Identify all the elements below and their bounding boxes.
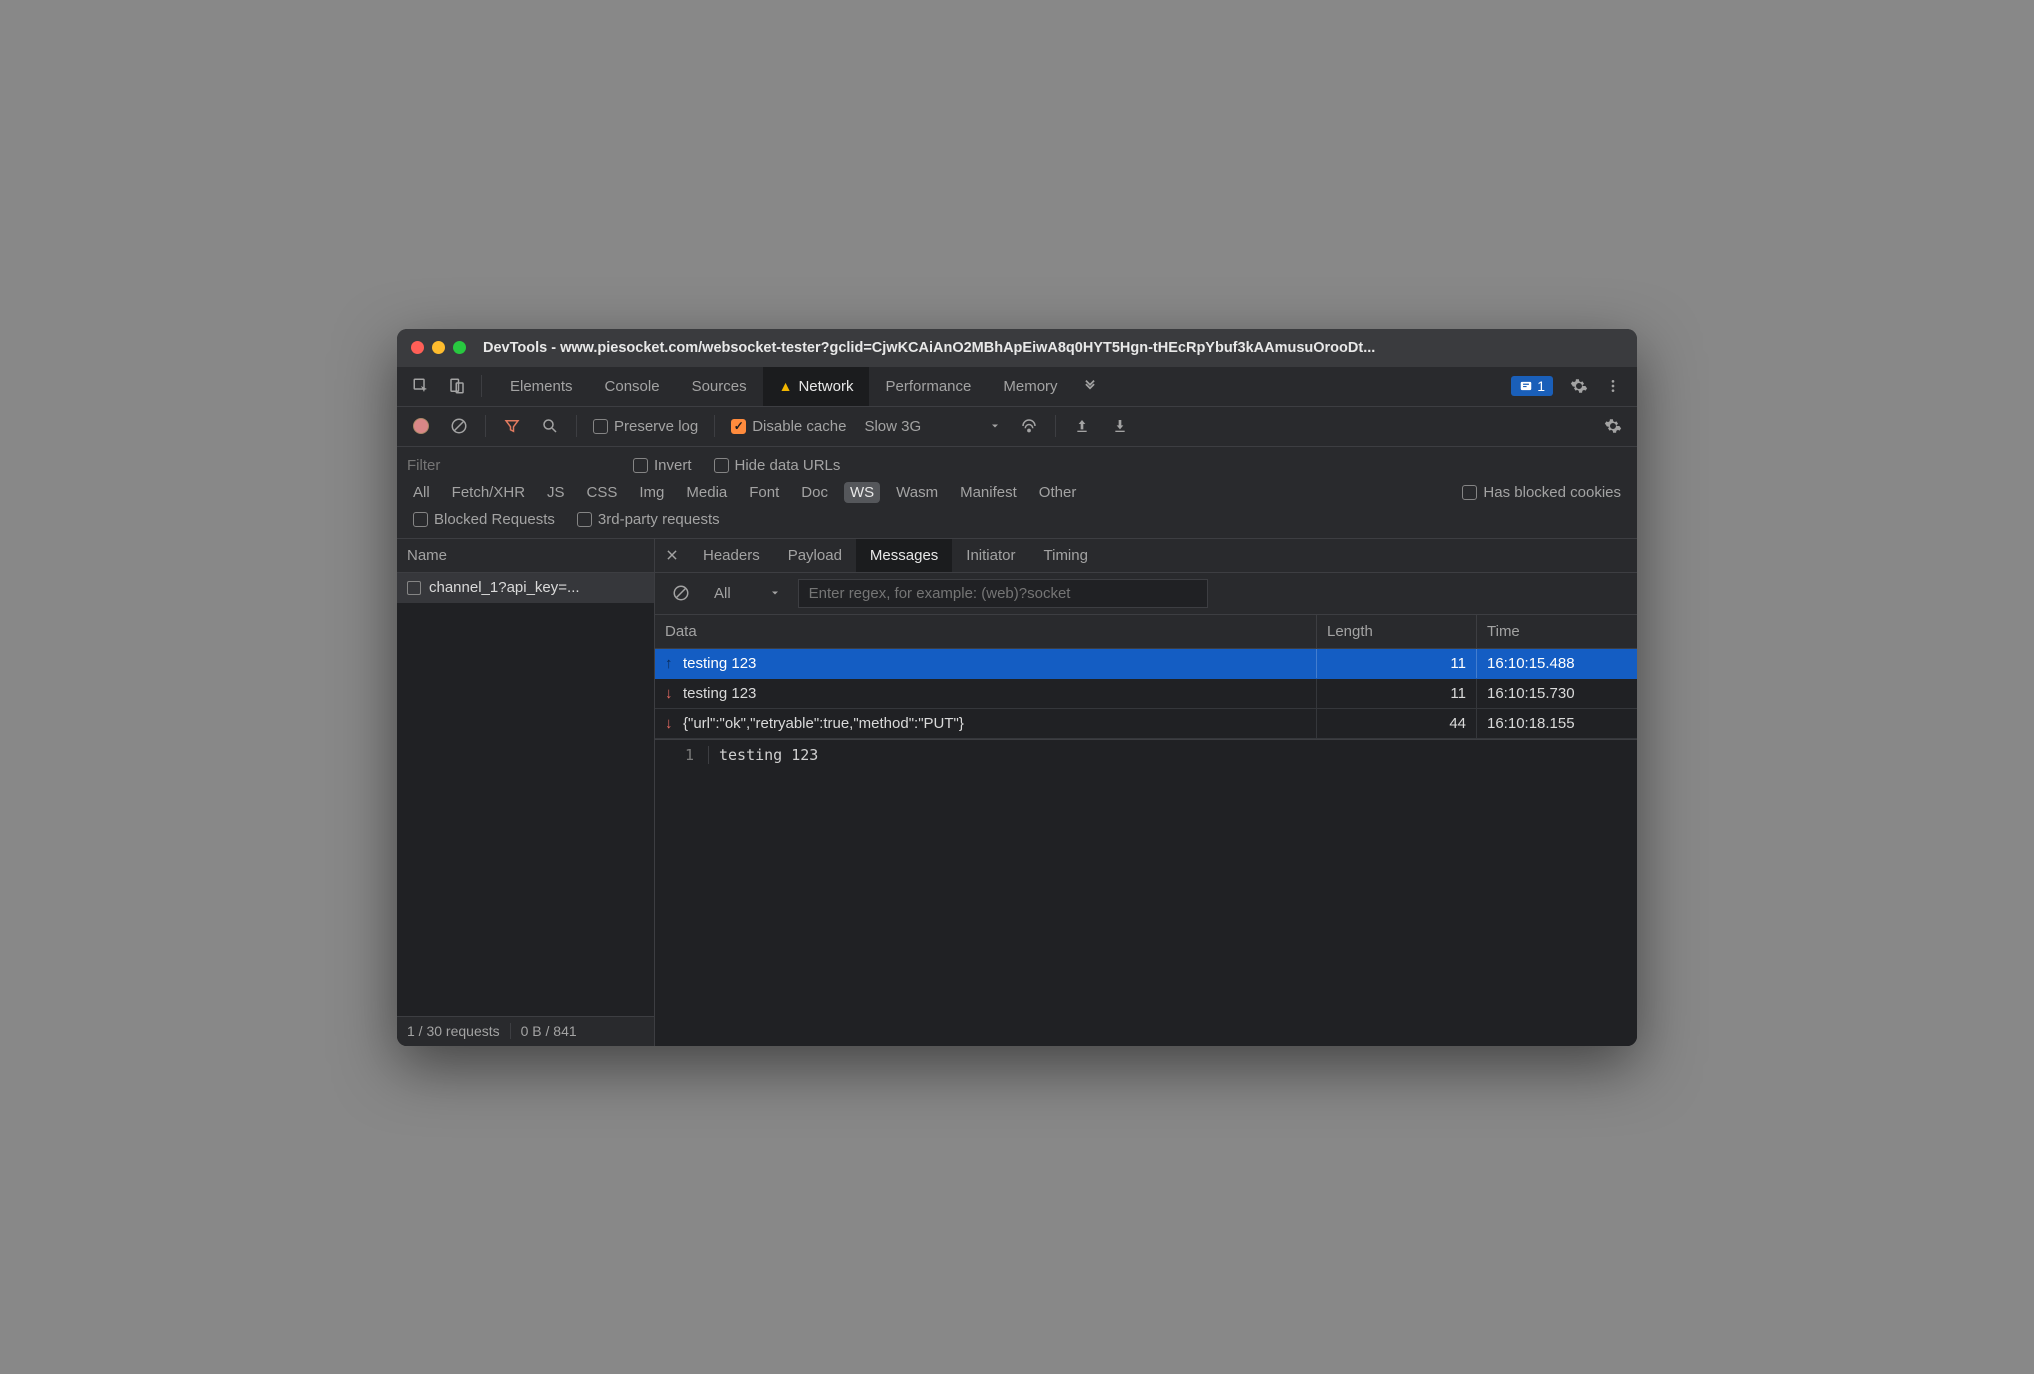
minimize-window-button[interactable] xyxy=(432,341,445,354)
name-column-header[interactable]: Name xyxy=(397,539,654,573)
device-toolbar-icon[interactable] xyxy=(441,370,473,402)
clear-icon[interactable] xyxy=(443,410,475,442)
detail-tabs: Headers Payload Messages Initiator Timin… xyxy=(655,539,1637,573)
blocked-requests-toggle[interactable]: Blocked Requests xyxy=(407,511,561,528)
detail-pane: Headers Payload Messages Initiator Timin… xyxy=(655,539,1637,1046)
type-filter-wasm[interactable]: Wasm xyxy=(890,482,944,503)
tab-memory[interactable]: Memory xyxy=(987,367,1073,406)
tab-elements[interactable]: Elements xyxy=(494,367,589,406)
hide-data-urls-toggle[interactable]: Hide data URLs xyxy=(708,457,847,474)
messages-header-row: Data Length Time xyxy=(655,615,1637,649)
disable-cache-toggle[interactable]: ✓ Disable cache xyxy=(725,418,852,435)
close-window-button[interactable] xyxy=(411,341,424,354)
preserve-log-toggle[interactable]: Preserve log xyxy=(587,418,704,435)
tab-performance[interactable]: Performance xyxy=(869,367,987,406)
tab-network[interactable]: ▲ Network xyxy=(763,367,870,406)
detail-tab-messages[interactable]: Messages xyxy=(856,539,952,572)
type-filter-media[interactable]: Media xyxy=(680,482,733,503)
close-detail-icon[interactable] xyxy=(655,539,689,572)
request-name: channel_1?api_key=... xyxy=(429,579,580,596)
preview-text: testing 123 xyxy=(719,746,818,764)
transfer-size: 0 B / 841 xyxy=(521,1023,577,1039)
third-party-toggle[interactable]: 3rd-party requests xyxy=(571,511,726,528)
search-icon[interactable] xyxy=(534,410,566,442)
window-title: DevTools - www.piesocket.com/websocket-t… xyxy=(483,340,1375,356)
col-data[interactable]: Data xyxy=(655,615,1317,648)
type-filter-all[interactable]: All xyxy=(407,482,436,503)
detail-tab-initiator[interactable]: Initiator xyxy=(952,539,1029,572)
clear-messages-icon[interactable] xyxy=(665,577,697,609)
detail-tab-headers[interactable]: Headers xyxy=(689,539,774,572)
issues-count: 1 xyxy=(1537,378,1545,394)
devtools-window: DevTools - www.piesocket.com/websocket-t… xyxy=(397,329,1637,1046)
has-blocked-cookies-toggle[interactable]: Has blocked cookies xyxy=(1456,484,1627,501)
direction-down-icon: ↓ xyxy=(665,715,677,732)
invert-toggle[interactable]: Invert xyxy=(627,457,698,474)
inspect-element-icon[interactable] xyxy=(405,370,437,402)
filter-icon[interactable] xyxy=(496,410,528,442)
request-count: 1 / 30 requests xyxy=(407,1023,500,1039)
detail-tab-payload[interactable]: Payload xyxy=(774,539,856,572)
titlebar: DevTools - www.piesocket.com/websocket-t… xyxy=(397,329,1637,367)
warning-icon: ▲ xyxy=(779,378,793,394)
col-time[interactable]: Time xyxy=(1477,615,1637,648)
type-filter-img[interactable]: Img xyxy=(633,482,670,503)
col-length[interactable]: Length xyxy=(1317,615,1477,648)
type-filter-manifest[interactable]: Manifest xyxy=(954,482,1023,503)
type-filter-fetchxhr[interactable]: Fetch/XHR xyxy=(446,482,531,503)
requests-status-bar: 1 / 30 requests 0 B / 841 xyxy=(397,1016,654,1046)
tab-sources[interactable]: Sources xyxy=(676,367,763,406)
filter-input[interactable] xyxy=(407,457,617,474)
filter-bar: Invert Hide data URLs All Fetch/XHR JS CSS I… xyxy=(397,447,1637,539)
detail-tab-timing[interactable]: Timing xyxy=(1030,539,1102,572)
type-filter-doc[interactable]: Doc xyxy=(795,482,834,503)
messages-table: Data Length Time ↑testing 1231116:10:15.… xyxy=(655,615,1637,740)
direction-down-icon: ↓ xyxy=(665,685,677,702)
window-controls xyxy=(411,341,466,354)
zoom-window-button[interactable] xyxy=(453,341,466,354)
type-filter-js[interactable]: JS xyxy=(541,482,571,503)
download-har-icon[interactable] xyxy=(1104,410,1136,442)
message-row[interactable]: ↓testing 1231116:10:15.730 xyxy=(655,679,1637,709)
more-tabs-icon[interactable] xyxy=(1074,367,1106,399)
message-preview: 1 testing 123 xyxy=(655,740,1637,1046)
messages-toolbar: All xyxy=(655,573,1637,615)
message-row[interactable]: ↓{"url":"ok","retryable":true,"method":"… xyxy=(655,709,1637,739)
throttling-select[interactable]: Slow 3G xyxy=(858,418,1007,435)
direction-up-icon: ↑ xyxy=(665,655,677,672)
type-filter-other[interactable]: Other xyxy=(1033,482,1083,503)
network-toolbar: Preserve log ✓ Disable cache Slow 3G xyxy=(397,407,1637,447)
type-filter-ws[interactable]: WS xyxy=(844,482,880,503)
requests-pane: Name channel_1?api_key=... 1 / 30 reques… xyxy=(397,539,655,1046)
network-conditions-icon[interactable] xyxy=(1013,410,1045,442)
more-options-icon[interactable] xyxy=(1597,370,1629,402)
websocket-icon xyxy=(407,581,421,595)
settings-icon[interactable] xyxy=(1563,370,1595,402)
issues-button[interactable]: 1 xyxy=(1511,376,1553,396)
message-row[interactable]: ↑testing 1231116:10:15.488 xyxy=(655,649,1637,679)
preview-line-number: 1 xyxy=(655,746,709,764)
network-main: Name channel_1?api_key=... 1 / 30 reques… xyxy=(397,539,1637,1046)
record-button[interactable] xyxy=(405,410,437,442)
type-filter-css[interactable]: CSS xyxy=(581,482,624,503)
type-filters: All Fetch/XHR JS CSS Img Media Font Doc WS Wasm Ma… xyxy=(407,478,1627,507)
request-list: channel_1?api_key=... xyxy=(397,573,654,1016)
tab-console[interactable]: Console xyxy=(589,367,676,406)
request-row[interactable]: channel_1?api_key=... xyxy=(397,573,654,603)
upload-har-icon[interactable] xyxy=(1066,410,1098,442)
message-regex-input[interactable] xyxy=(798,579,1208,608)
network-settings-icon[interactable] xyxy=(1597,410,1629,442)
tabs-list: Elements Console Sources ▲ Network Perfo… xyxy=(494,367,1106,406)
panel-tabs: Elements Console Sources ▲ Network Perfo… xyxy=(397,367,1637,407)
message-filter-select[interactable]: All xyxy=(707,582,788,605)
type-filter-font[interactable]: Font xyxy=(743,482,785,503)
